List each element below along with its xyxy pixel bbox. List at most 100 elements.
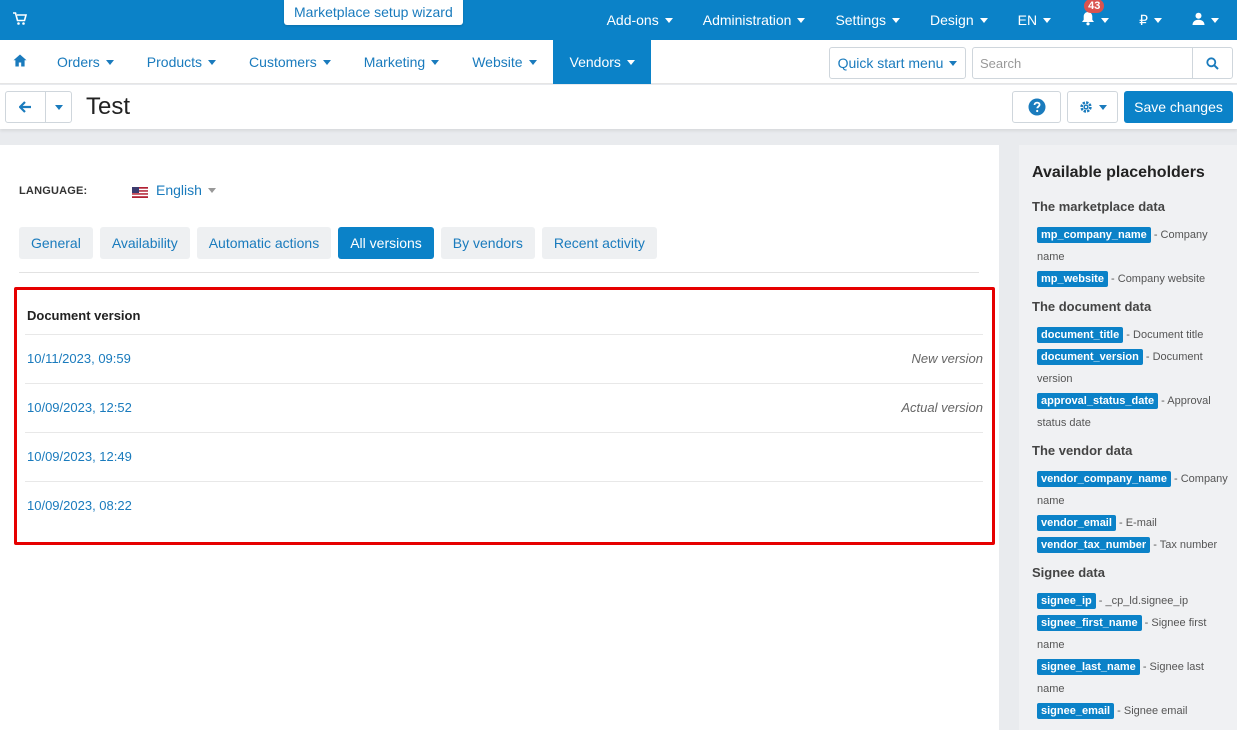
chevron-down-icon: [528, 59, 537, 65]
chevron-down-icon: [1043, 17, 1052, 23]
menu-settings-label: Settings: [835, 12, 887, 28]
chevron-down-icon: [949, 60, 958, 66]
language-value: English: [156, 182, 202, 198]
placeholder-item: vendor_company_name - Company name: [1037, 468, 1229, 512]
language-selector[interactable]: English: [132, 182, 216, 198]
currency-label: ₽: [1139, 11, 1148, 28]
menu-addons[interactable]: Add-ons: [607, 12, 673, 28]
placeholder-group-title: The vendor data: [1032, 443, 1133, 458]
placeholder-group-title: The marketplace data: [1032, 199, 1165, 214]
main-panel: LANGUAGE: English General Availability A…: [0, 145, 999, 730]
placeholder-tag[interactable]: mp_website: [1037, 271, 1108, 287]
tab-automatic-actions[interactable]: Automatic actions: [196, 227, 332, 259]
us-flag-icon: [132, 185, 148, 198]
list-item: 10/09/2023, 12:49: [25, 432, 983, 481]
version-date-link[interactable]: 10/09/2023, 12:52: [27, 400, 132, 415]
nav-item-marketing[interactable]: Marketing: [347, 40, 455, 84]
language-label: LANGUAGE:: [19, 185, 88, 197]
chevron-down-icon: [979, 17, 988, 23]
back-button-group: [5, 91, 72, 123]
search-input[interactable]: [973, 48, 1193, 78]
back-dropdown-button[interactable]: [46, 92, 71, 122]
tab-all-versions[interactable]: All versions: [338, 227, 434, 259]
tab-general[interactable]: General: [19, 227, 93, 259]
home-icon[interactable]: [13, 54, 27, 70]
placeholder-item: mp_company_name - Company name: [1037, 224, 1229, 268]
tab-by-vendors[interactable]: By vendors: [440, 227, 535, 259]
placeholder-tag[interactable]: vendor_company_name: [1037, 471, 1171, 487]
placeholder-item: signee_first_name - Signee first name: [1037, 612, 1229, 656]
nav-item-website[interactable]: Website: [455, 40, 552, 84]
chevron-down-icon: [1101, 17, 1110, 23]
placeholder-item: document_version - Document version: [1037, 346, 1229, 390]
page-header: Test Save changes: [0, 85, 1237, 129]
version-status: Actual version: [901, 400, 983, 415]
menu-administration-label: Administration: [702, 12, 792, 28]
nav-items: Orders Products Customers Marketing Webs…: [40, 40, 651, 84]
search-button[interactable]: [1192, 48, 1232, 78]
marketplace-setup-wizard-link[interactable]: Marketplace setup wizard: [284, 0, 463, 25]
nav-item-products[interactable]: Products: [130, 40, 232, 84]
nav-item-vendors[interactable]: Vendors: [552, 40, 651, 84]
list-item: 10/09/2023, 12:52 Actual version: [25, 383, 983, 432]
nav-item-label: Products: [146, 54, 203, 70]
settings-dropdown-button[interactable]: [1067, 91, 1118, 123]
placeholder-desc: - Company website: [1107, 273, 1206, 285]
cart-icon[interactable]: [13, 12, 28, 26]
nav-item-label: Orders: [57, 54, 100, 70]
version-date-link[interactable]: 10/09/2023, 08:22: [27, 498, 132, 513]
chevron-down-icon: [664, 17, 673, 23]
placeholder-item: vendor_tax_number - Tax number: [1037, 534, 1229, 556]
nav-item-orders[interactable]: Orders: [40, 40, 130, 84]
user-menu[interactable]: [1192, 12, 1219, 28]
chevron-down-icon: [626, 59, 635, 65]
search-box: [972, 47, 1233, 79]
chevron-down-icon: [797, 17, 806, 23]
placeholder-item: approval_status_date - Approval status d…: [1037, 390, 1229, 434]
version-date-link[interactable]: 10/11/2023, 09:59: [27, 351, 131, 366]
quick-start-menu-button[interactable]: Quick start menu: [829, 47, 966, 79]
nav-item-customers[interactable]: Customers: [232, 40, 347, 84]
version-date-link[interactable]: 10/09/2023, 12:49: [27, 449, 132, 464]
placeholders-sidebar: Available placeholders The marketplace d…: [1019, 145, 1237, 730]
menu-design[interactable]: Design: [930, 12, 988, 28]
placeholder-item: vendor_email - E-mail: [1037, 512, 1229, 534]
chevron-down-icon: [1098, 104, 1107, 110]
placeholder-tag[interactable]: signee_first_name: [1037, 615, 1142, 631]
placeholder-tag[interactable]: vendor_tax_number: [1037, 537, 1151, 553]
placeholder-tag[interactable]: mp_company_name: [1037, 227, 1151, 243]
tab-recent-activity[interactable]: Recent activity: [541, 227, 657, 259]
list-item: 10/11/2023, 09:59 New version: [25, 334, 983, 383]
placeholder-tag[interactable]: signee_email: [1037, 703, 1115, 719]
menu-language[interactable]: EN: [1017, 12, 1052, 28]
chevron-down-icon: [207, 187, 216, 193]
placeholder-tag[interactable]: vendor_email: [1037, 515, 1116, 531]
menu-language-label: EN: [1017, 12, 1038, 28]
placeholder-tag[interactable]: document_title: [1037, 327, 1124, 343]
notifications-menu[interactable]: 43: [1081, 0, 1110, 29]
tab-availability[interactable]: Availability: [99, 227, 190, 259]
notification-count-badge: 43: [1084, 0, 1105, 13]
placeholder-tag[interactable]: signee_ip: [1037, 593, 1096, 609]
list-item: 10/09/2023, 08:22: [25, 481, 983, 530]
chevron-down-icon: [431, 59, 440, 65]
nav-item-label: Website: [472, 54, 523, 70]
menu-addons-label: Add-ons: [606, 12, 659, 28]
placeholder-tag[interactable]: approval_status_date: [1037, 393, 1159, 409]
top-menu: Add-ons Administration Settings Design E…: [577, 0, 1219, 40]
placeholder-desc: - Document title: [1123, 329, 1204, 341]
back-button[interactable]: [6, 92, 47, 122]
placeholder-tag[interactable]: document_version: [1037, 349, 1143, 365]
menu-administration[interactable]: Administration: [703, 12, 806, 28]
placeholder-item: mp_website - Company website: [1037, 268, 1229, 290]
menu-settings[interactable]: Settings: [835, 12, 901, 28]
placeholder-desc: - Signee email: [1114, 705, 1188, 717]
placeholder-item: signee_last_name - Signee last name: [1037, 656, 1229, 700]
chevron-down-icon: [322, 59, 331, 65]
placeholder-tag[interactable]: signee_last_name: [1037, 659, 1140, 675]
save-changes-button[interactable]: Save changes: [1124, 91, 1233, 123]
help-button[interactable]: [1012, 91, 1061, 123]
bell-icon: [1081, 11, 1095, 29]
placeholder-desc: - E-mail: [1115, 517, 1157, 529]
menu-currency[interactable]: ₽: [1139, 12, 1162, 29]
